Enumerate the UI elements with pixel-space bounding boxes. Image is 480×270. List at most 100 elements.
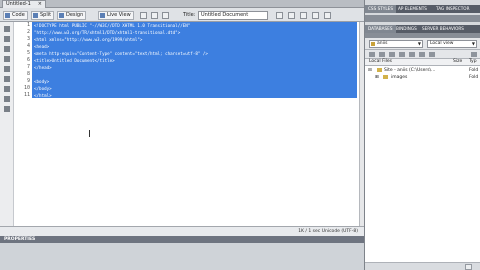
file-row[interactable]: ⊞ images Fold [365,74,480,81]
check-out-icon[interactable] [409,52,415,57]
expand-icon[interactable]: ⊞ [375,74,379,81]
files-icon-toolbar [365,50,480,59]
live-view-icon [100,13,105,18]
synchronize-icon[interactable] [429,52,435,57]
check-in-icon[interactable] [419,52,425,57]
code-line: "http://www.w3.org/TR/xhtml1/DTD/xhtml1-… [34,30,181,35]
code-line: <!DOCTYPE html PUBLIC "-//W3C//DTD XHTML… [34,23,191,28]
tab-tag-inspector[interactable]: TAG INSPECTOR [433,5,472,13]
live-view-button[interactable]: Live View [98,11,134,20]
select-parent-tag-icon[interactable] [4,56,10,62]
close-icon[interactable]: × [38,1,42,8]
code-line: </html> [34,93,52,98]
chevron-down-icon: ▼ [471,41,475,46]
files-column-header: Local Files Size Typ [365,59,480,66]
file-row[interactable]: ⊟ Site - aniis (C:\Users\... Fold [365,67,480,74]
code-line: <meta http-equiv="Content-Type" content=… [34,51,208,56]
preview-icon[interactable] [288,12,295,19]
tab-server-behaviors[interactable]: SERVER BEHAVIORS [419,25,467,33]
tab-bindings[interactable]: BINDINGS [393,25,420,33]
panel-tabs-css: CSS STYLES AP ELEMENTS TAG INSPECTOR [365,5,480,13]
line-number: 9 [26,78,30,84]
line-number: 2 [26,29,30,35]
files-toolbar: aniis ▼ Local view ▼ [365,38,480,50]
site-select[interactable]: aniis ▼ [369,40,423,48]
log-icon[interactable] [465,264,472,270]
visual-aids-icon[interactable] [312,12,319,19]
split-view-label: Split [40,12,52,18]
properties-header[interactable]: PROPERTIES [0,236,364,243]
code-line: <head> [34,44,50,49]
line-number: 5 [26,50,30,56]
status-bar: 1K / 1 sec Unicode (UTF-8) [0,226,364,236]
folder-icon [383,75,388,79]
validate-icon[interactable] [300,12,307,19]
highlight-invalid-icon[interactable] [4,76,10,82]
expand-all-icon[interactable] [4,46,10,52]
line-number: 6 [26,57,30,63]
code-line: <html xmlns="http://www.w3.org/1999/xhtm… [34,37,143,42]
design-view-label: Design [66,12,84,18]
code-line: </head> [34,65,52,70]
site-folder-icon [377,68,382,72]
design-view-button[interactable]: Design [57,11,87,20]
globe-icon[interactable] [151,12,158,19]
collapse-tag-icon[interactable] [4,36,10,42]
properties-panel: PROPERTIES [0,236,364,270]
live-view-label: Live View [107,12,131,18]
tab-ap-elements[interactable]: AP ELEMENTS [395,5,430,13]
file-name: Site - aniis (C:\Users\... [384,68,436,73]
files-tree: ⊟ Site - aniis (C:\Users\... Fold ⊞ imag… [365,66,480,262]
chevron-down-icon: ▼ [417,41,421,46]
refresh-icon[interactable] [162,12,169,19]
view-select[interactable]: Local view ▼ [427,40,477,48]
document-toolbar: Code Split Design Live View Title: Untit… [0,8,364,22]
file-management-icon[interactable] [276,12,283,19]
column-size[interactable]: Size [453,59,462,65]
format-source-icon[interactable] [4,106,10,112]
column-type[interactable]: Typ [469,59,477,65]
code-editor[interactable]: 1 2 3 4 5 6 7 8 9 10 11 <!DOCTYPE html P… [0,22,359,226]
split-icon [33,13,38,18]
design-icon [59,13,64,18]
line-number: 4 [26,43,30,49]
split-view-button[interactable]: Split [31,11,55,20]
document-tab[interactable]: Untitled-1 × [2,0,46,8]
line-number: 11 [23,92,30,98]
code-line: <title>Untitled Document</title> [34,58,115,63]
code-line: </body> [34,86,52,91]
inspect-icon[interactable] [140,12,147,19]
file-name: images [391,75,408,80]
panel-tabs-databases: DATABASES BINDINGS SERVER BEHAVIORS [365,25,480,33]
refresh-icon[interactable] [379,52,385,57]
connect-icon[interactable] [369,52,375,57]
coding-toolbar [0,22,14,226]
line-numbers-icon[interactable] [4,66,10,72]
get-files-icon[interactable] [389,52,395,57]
document-tab-bar: Untitled-1 × [0,0,364,8]
check-browser-icon[interactable] [324,12,331,19]
view-select-value: Local view [430,41,454,46]
line-number: 10 [23,85,30,91]
line-number: 7 [26,64,30,70]
indent-icon[interactable] [4,96,10,102]
document-window: Untitled-1 × Code Split Design Live View… [0,0,364,270]
code-view-label: Code [12,12,25,18]
put-files-icon[interactable] [399,52,405,57]
file-type: Fold [469,68,479,73]
title-input[interactable]: Untitled Document [198,11,268,20]
tab-databases[interactable]: DATABASES [365,25,396,33]
site-select-value: aniis [377,41,388,46]
comment-icon[interactable] [4,86,10,92]
open-documents-icon[interactable] [4,26,10,32]
line-number: 3 [26,36,30,42]
code-view-button[interactable]: Code [3,11,28,20]
collapse-icon[interactable]: ⊟ [368,67,372,74]
tab-css-styles[interactable]: CSS STYLES [365,5,396,13]
expand-icon[interactable] [471,52,477,57]
right-panel: CSS STYLES AP ELEMENTS TAG INSPECTOR DAT… [364,0,480,270]
code-icon [5,13,10,18]
mouse-cursor-icon [89,130,93,137]
column-local-files[interactable]: Local Files [369,59,392,65]
title-label: Title: [183,12,196,18]
